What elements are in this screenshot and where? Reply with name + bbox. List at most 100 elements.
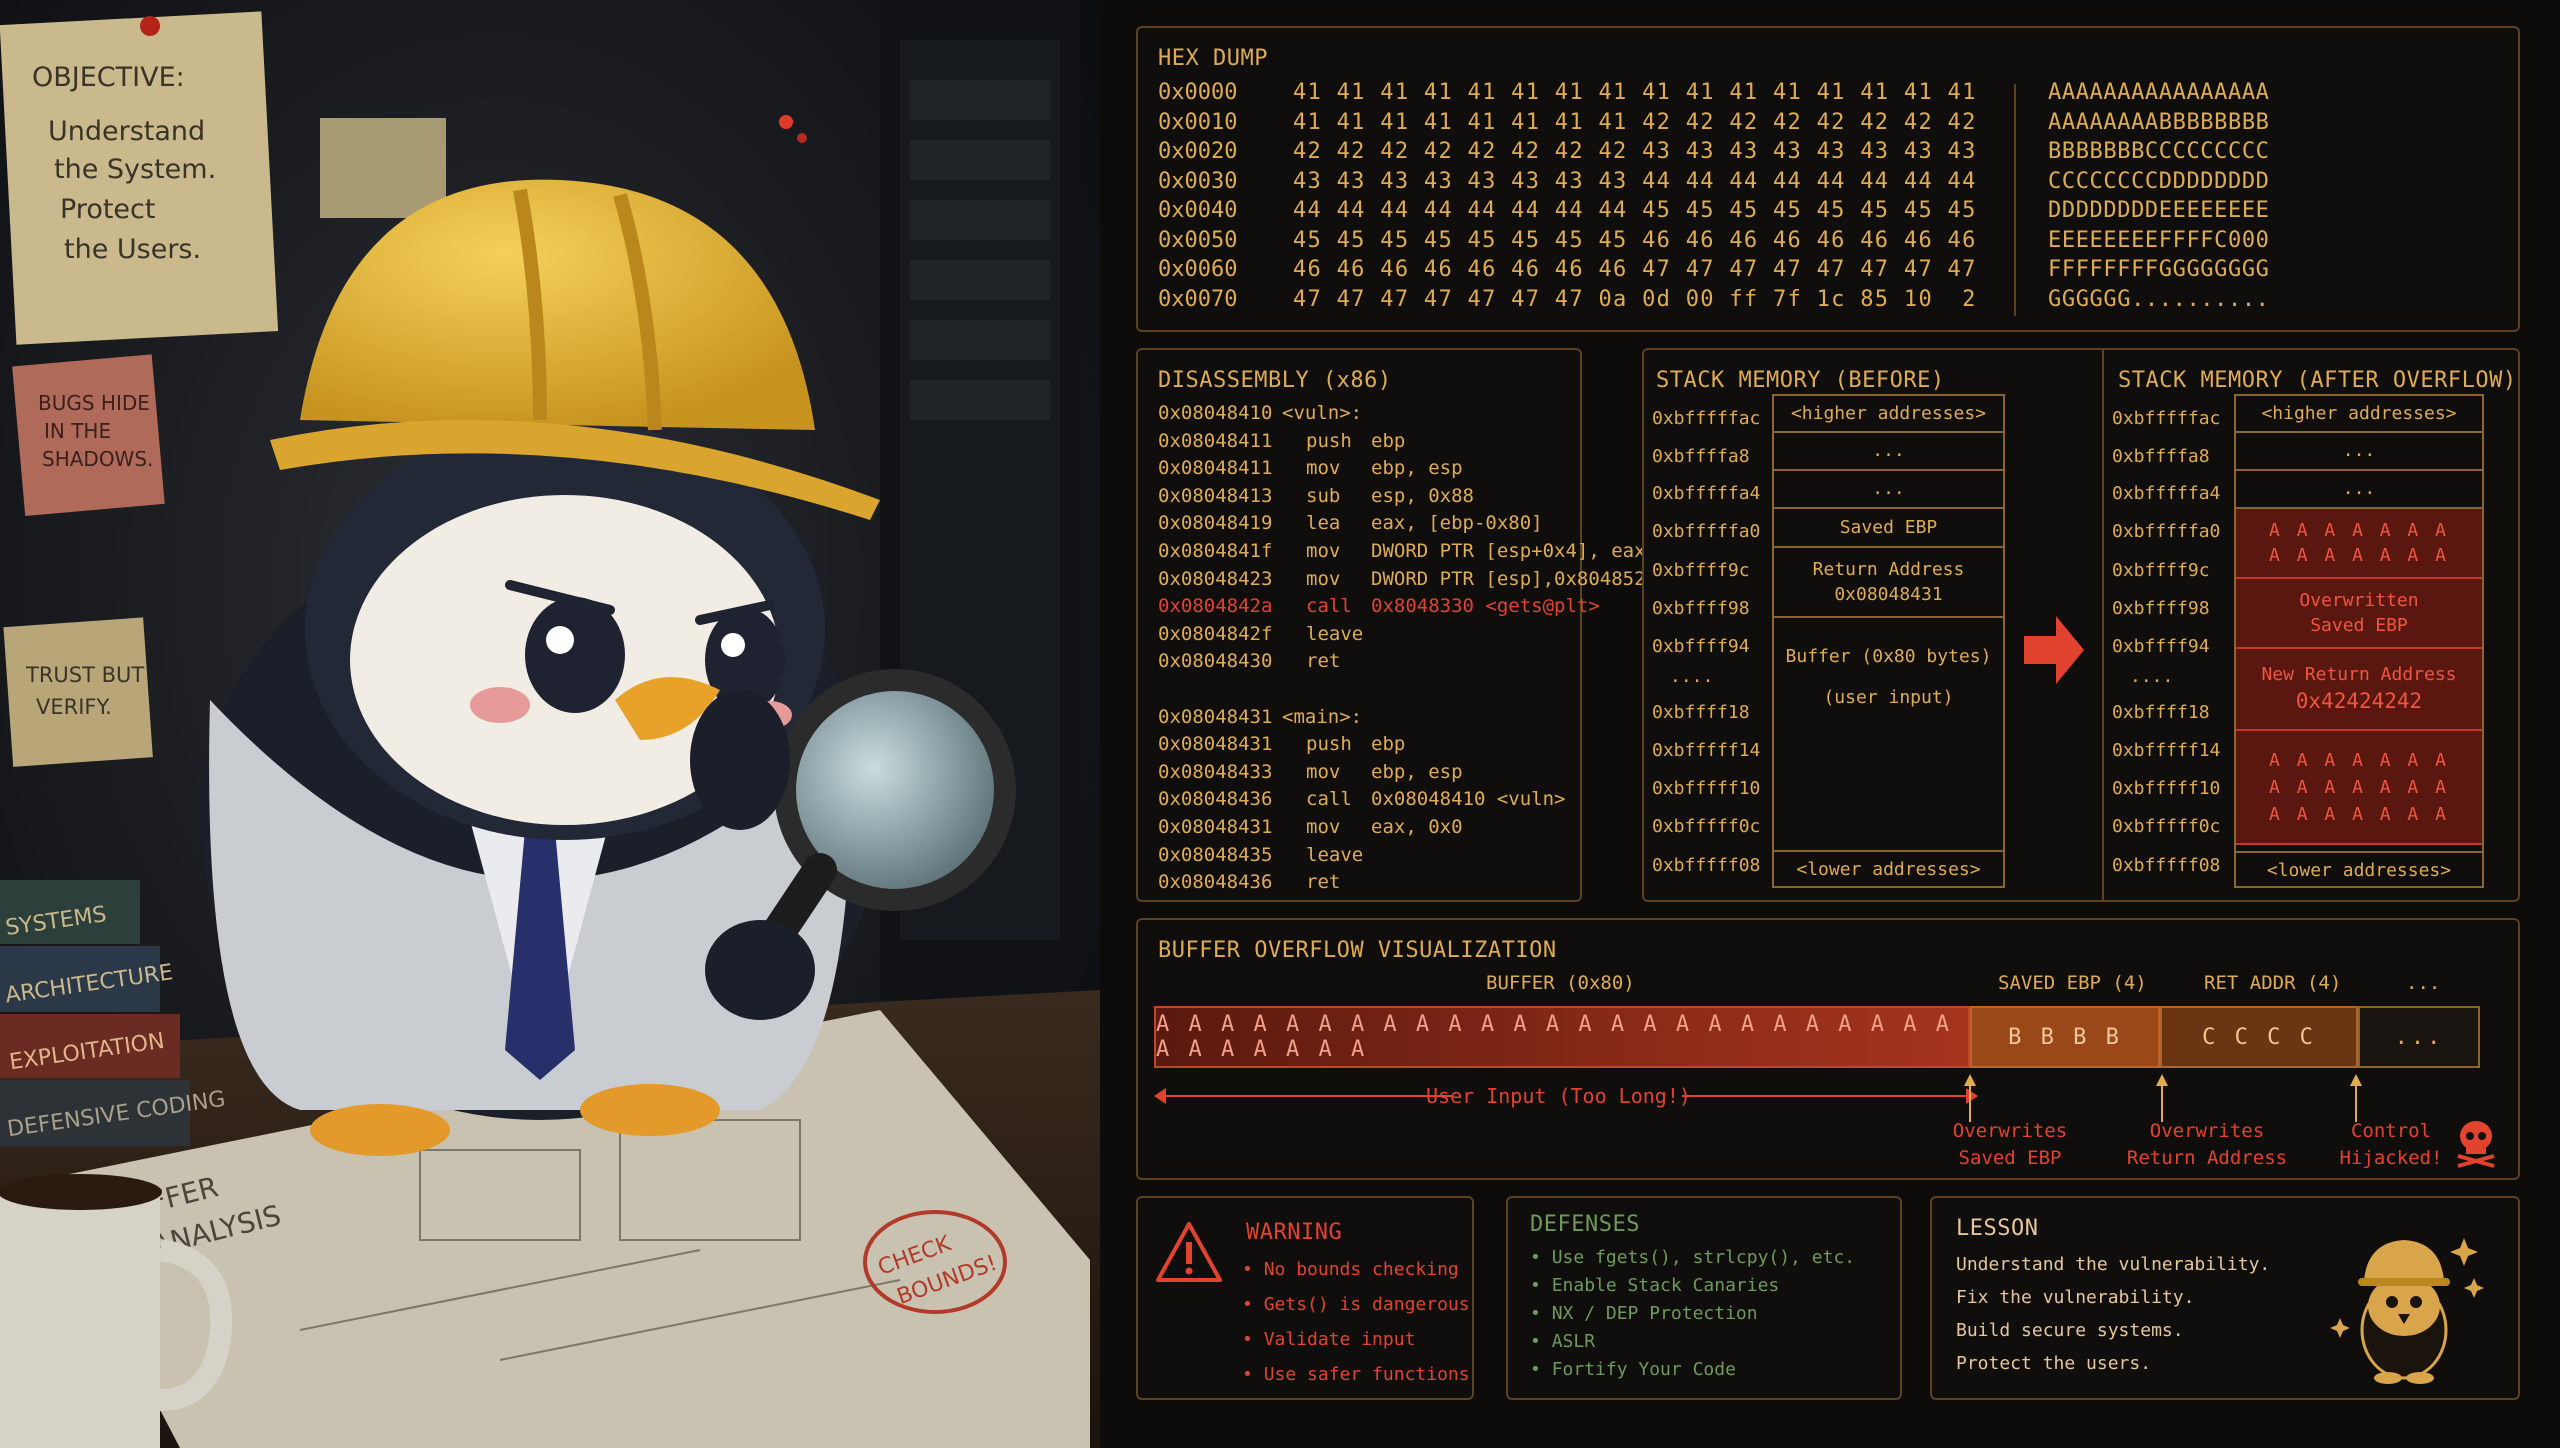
svg-text:TRUST BUT: TRUST BUT bbox=[25, 663, 144, 687]
hex-ascii: GGGGGG.......... bbox=[2048, 286, 2270, 312]
hex-row: 0x0040 44 44 44 44 44 44 44 44 45 45 45 4… bbox=[1138, 198, 2518, 228]
stack-address: 0xbffff18 bbox=[2112, 702, 2210, 723]
note-line: Overwrites bbox=[2149, 1120, 2265, 1142]
instruction-args: eax, 0x0 bbox=[1371, 816, 1463, 838]
hex-row: 0x0020 42 42 42 42 42 42 42 42 43 43 43 4… bbox=[1138, 139, 2518, 169]
hex-address: 0x0030 bbox=[1158, 168, 1238, 194]
stack-address: .... bbox=[2130, 666, 2174, 687]
overflow-a-cell: A A A A A A A A A A A A A A bbox=[2236, 509, 2482, 579]
user-input-label: (user input) bbox=[1823, 687, 1954, 709]
lesson-item: Fix the vulnerability. bbox=[1956, 1281, 2270, 1314]
hex-address: 0x0010 bbox=[1158, 109, 1238, 135]
note-line: Return Address bbox=[2126, 1146, 2288, 1169]
stack-address: 0xbffff94 bbox=[1652, 636, 1750, 657]
instruction-op: mov bbox=[1306, 540, 1341, 562]
stack-address: 0xbfffffa0 bbox=[2112, 521, 2221, 542]
lesson-panel: LESSON Understand the vulnerability. Fix … bbox=[1930, 1196, 2520, 1400]
ret-addr-segment: C C C C bbox=[2160, 1006, 2358, 1068]
hex-row: 0x0060 46 46 46 46 46 46 46 46 47 47 47 4… bbox=[1138, 257, 2518, 287]
more-segment: ... bbox=[2358, 1006, 2480, 1068]
instruction-op: sub bbox=[1306, 484, 1341, 507]
disassembly-line: 0x08048413 sub esp, 0x88 bbox=[1158, 485, 1578, 512]
svg-text:VERIFY.: VERIFY. bbox=[36, 695, 112, 719]
stack-after-panel: STACK MEMORY (AFTER OVERFLOW) 0xbfffffac… bbox=[2102, 348, 2520, 902]
disassembly-line: 0x08048431 mov eax, 0x0 bbox=[1158, 816, 1578, 843]
instruction-args: 0x8048330 <gets@plt> bbox=[1371, 595, 1600, 618]
disassembly-line: 0x08048433 mov ebp, esp bbox=[1158, 761, 1578, 788]
stack-address: 0xbffffa8 bbox=[2112, 446, 2210, 467]
warning-item: • Validate input bbox=[1242, 1322, 1470, 1357]
a-fill-row: A A A A A A A bbox=[2269, 545, 2449, 566]
instruction-op: leave bbox=[1306, 622, 1364, 645]
instruction-args: ebp bbox=[1371, 733, 1406, 756]
disassembly-line: 0x08048410 <vuln>: bbox=[1158, 402, 1578, 429]
instruction-op: call bbox=[1306, 788, 1352, 811]
stack-after-title: STACK MEMORY (AFTER OVERFLOW) bbox=[2118, 368, 2517, 393]
user-input-label: User Input (Too Long!) bbox=[1426, 1084, 1691, 1108]
bullet-icon: • bbox=[1242, 1294, 1264, 1315]
stack-address: 0xbfffffa0 bbox=[1652, 521, 1761, 542]
warning-list: • No bounds checking • Gets() is dangerou… bbox=[1242, 1252, 1470, 1392]
higher-addresses-cell: <higher addresses> bbox=[2236, 396, 2482, 433]
stack-address: 0xbfffff08 bbox=[2112, 855, 2221, 876]
warning-title: WARNING bbox=[1246, 1220, 1343, 1245]
disassembly-line: 0x08048431 <main>: bbox=[1158, 706, 1578, 733]
hex-bytes: 42 42 42 42 42 42 42 42 43 43 43 43 43 4… bbox=[1293, 139, 1977, 164]
disassembly-line: 0x08048436 ret bbox=[1158, 871, 1578, 898]
warning-item: • Use safer functions bbox=[1242, 1357, 1470, 1392]
stack-address: 0xbffff98 bbox=[1652, 598, 1750, 619]
instruction-op: mov bbox=[1306, 457, 1341, 480]
defenses-item: • Fortify Your Code bbox=[1530, 1356, 1855, 1384]
svg-text:Protect: Protect bbox=[60, 194, 155, 225]
stack-address: 0xbffff18 bbox=[1652, 702, 1750, 723]
note-line: Overwrites bbox=[1952, 1120, 2068, 1142]
instruction-address: 0x08048431 bbox=[1158, 733, 1273, 756]
stack-address: 0xbfffff10 bbox=[1652, 778, 1761, 799]
instruction-address: 0x08048411 bbox=[1158, 429, 1273, 452]
instruction-op: push bbox=[1306, 429, 1352, 452]
instruction-args: ebp, esp bbox=[1371, 457, 1463, 480]
hex-bytes: 44 44 44 44 44 44 44 44 45 45 45 45 45 4… bbox=[1293, 198, 1977, 223]
lesson-title: LESSON bbox=[1956, 1216, 2039, 1241]
hex-ascii: BBBBBBBCCCCCCCCC bbox=[2048, 139, 2270, 164]
note-line: Hijacked! bbox=[2339, 1146, 2443, 1169]
instruction-address: 0x08048413 bbox=[1158, 484, 1273, 507]
svg-text:the Users.: the Users. bbox=[64, 234, 201, 265]
hex-bytes: 46 46 46 46 46 46 46 46 47 47 47 47 47 4… bbox=[1293, 257, 1977, 282]
stack-address: 0xbffff9c bbox=[1652, 560, 1750, 581]
stack-address: 0xbfffff0c bbox=[1652, 816, 1761, 837]
disassembly-line: 0x08048423 mov DWORD PTR [esp],0x8048520 bbox=[1158, 568, 1657, 595]
bullet-icon: • bbox=[1530, 1331, 1552, 1352]
instruction-address: 0x08048433 bbox=[1158, 760, 1273, 783]
warning-panel: WARNING • No bounds checking • Gets() is … bbox=[1136, 1196, 1474, 1400]
a-fill-row: A A A A A A A bbox=[2269, 803, 2449, 825]
disassembly-panel: DISASSEMBLY (x86) 0x08048410 <vuln>: 0x080… bbox=[1136, 348, 1657, 902]
stack-before-frame: <higher addresses> ... ... Saved EBP Ret… bbox=[1772, 394, 2005, 888]
hex-dump-panel: HEX DUMP 0x0000 41 41 41 41 41 41 41 41 4… bbox=[1136, 26, 2520, 332]
disassembly-line: 0x08048436 call 0x08048410 <vuln> bbox=[1158, 788, 1578, 815]
hex-bytes: 41 41 41 41 41 41 41 41 42 42 42 42 42 4… bbox=[1293, 109, 1977, 135]
penguin-mascot-icon bbox=[2330, 1238, 2484, 1384]
spacer-cell bbox=[2236, 845, 2482, 853]
more-segment-label: ... bbox=[2406, 972, 2441, 994]
new-return-value: 0x42424242 bbox=[2295, 688, 2423, 713]
overflow-viz-title: BUFFER OVERFLOW VISUALIZATION bbox=[1158, 938, 1557, 963]
instruction-op: <main>: bbox=[1282, 705, 1363, 728]
hex-row: 0x0030 43 43 43 43 43 43 43 43 44 44 44 4… bbox=[1138, 169, 2518, 199]
control-hijacked-note: Control Hijacked! bbox=[2336, 1118, 2446, 1171]
penguin-scene: OBJECTIVE: Understand the System. Protec… bbox=[0, 0, 1100, 1448]
disassembly-line: 0x08048430 ret bbox=[1158, 650, 1578, 677]
bullet-icon: • bbox=[1530, 1247, 1552, 1268]
defenses-item-text: NX / DEP Protection bbox=[1551, 1303, 1758, 1324]
defenses-item: • Use fgets(), strlcpy(), etc. bbox=[1530, 1244, 1855, 1272]
overwrites-ebp-note: Overwrites Saved EBP bbox=[1930, 1118, 2090, 1171]
return-address-cell: Return Address 0x08048431 bbox=[1774, 548, 2003, 618]
stack-address: 0xbfffff10 bbox=[2112, 778, 2221, 799]
disassembly-line: 0x0804841f mov DWORD PTR [esp+0x4], eax bbox=[1158, 540, 1646, 567]
a-fill-row: A A A A A A A bbox=[2269, 776, 2449, 798]
instruction-args: DWORD PTR [esp+0x4], eax bbox=[1371, 540, 1646, 562]
return-address-value: 0x08048431 bbox=[1834, 584, 1943, 605]
disassembly-line: 0x08048419 lea eax, [ebp-0x80] bbox=[1158, 512, 1578, 539]
defenses-item-text: Use fgets(), strlcpy(), etc. bbox=[1551, 1247, 1856, 1268]
objective-heading: OBJECTIVE: bbox=[32, 62, 185, 93]
